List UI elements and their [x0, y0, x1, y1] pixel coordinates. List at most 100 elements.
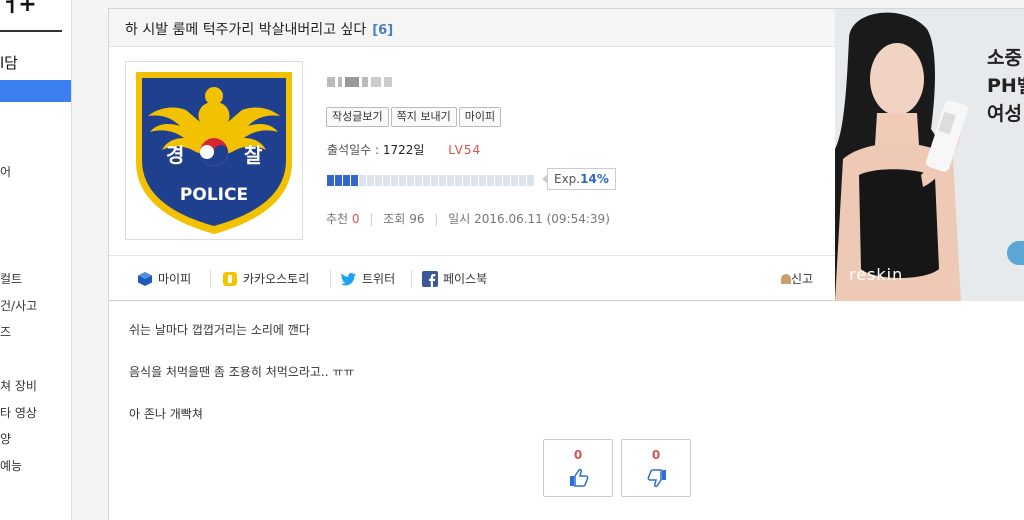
exp-segment [415, 175, 422, 186]
share-kakaostory[interactable]: 카카오스토리 [222, 270, 309, 287]
exp-progress-bar [327, 175, 535, 187]
exp-segment [471, 175, 478, 186]
body-line: 음식을 처먹을땐 좀 조용히 처먹으라고.. ㅠㅠ [129, 365, 355, 379]
view-posts-button[interactable]: 작성글보기 [326, 107, 389, 127]
ad-banner[interactable]: 소중 PH밸 여성 reskin [835, 9, 1024, 301]
user-avatar: 경 찰 POLICE [125, 61, 303, 240]
downvote-count: 0 [651, 448, 661, 462]
downvote-button[interactable]: 0 [621, 439, 691, 497]
post-panel: 하 시발 룸메 턱주가리 박살내버리고 싶다 [6] 경 찰 POLICE 작성… [108, 8, 1024, 520]
exp-segment [503, 175, 510, 186]
share-twitter[interactable]: 트위터 [341, 270, 395, 287]
exp-segment [511, 175, 518, 186]
exp-segment [367, 175, 374, 186]
upvote-count: 0 [573, 448, 583, 462]
sidebar-item[interactable]: 예능 [0, 457, 22, 474]
upvote-button[interactable]: 0 [543, 439, 613, 497]
exp-segment [327, 175, 334, 186]
sidebar-item[interactable]: 타 영상 [0, 404, 37, 421]
ad-brand: reskin [849, 265, 904, 284]
exp-segment [519, 175, 526, 186]
ad-text-line: 소중 [987, 47, 1022, 69]
exp-tag: Exp.14% [542, 168, 616, 190]
thumbs-up-icon [570, 468, 589, 487]
share-bar: 마이피 카카오스토리 트위터 페이스북 신고 [109, 255, 835, 301]
post-body: 쉬는 날마다 껍껍거리는 소리에 깬다 음식을 처먹을땐 좀 조용히 처먹으라고… [129, 321, 354, 447]
share-mypi[interactable]: 마이피 [137, 270, 191, 287]
mypi-button[interactable]: 마이피 [458, 107, 502, 127]
exp-label: Exp. [554, 172, 581, 186]
sidebar-item[interactable]: 컬트 [0, 270, 22, 287]
sidebar-item[interactable]: 쳐 장비 [0, 377, 37, 394]
profile-buttons: 작성글보기 쪽지 보내기 마이피 [326, 105, 503, 127]
exp-segment [487, 175, 494, 186]
post-stats: 추천 0 | 조회 96 | 일시 2016.06.11 (09:54:39) [326, 212, 610, 226]
thumbs-down-icon [647, 469, 666, 488]
send-message-button[interactable]: 쪽지 보내기 [390, 107, 457, 127]
share-kakaostory-label: 카카오스토리 [243, 272, 310, 286]
avatar-text-bottom: POLICE [180, 185, 248, 205]
exp-segment [463, 175, 470, 186]
report-icon [781, 274, 791, 284]
username-blurred[interactable] [327, 71, 417, 87]
date-value: 2016.06.11 (09:54:39) [474, 212, 610, 226]
share-mypi-label: 마이피 [158, 272, 192, 286]
exp-segment [343, 175, 350, 186]
body-line: 쉬는 날마다 껍껍거리는 소리에 깬다 [129, 323, 310, 337]
exp-segment [439, 175, 446, 186]
share-facebook[interactable]: 페이스북 [422, 270, 487, 287]
sidebar-item[interactable]: 양 [0, 430, 11, 447]
exp-segment [527, 175, 534, 186]
exp-segment [431, 175, 438, 186]
kakaostory-icon [223, 271, 237, 286]
post-header: 하 시발 룸메 턱주가리 박살내버리고 싶다 [6] [109, 9, 835, 47]
site-logo[interactable]: ㅓ+ [0, 0, 37, 18]
exp-segment [479, 175, 486, 186]
ad-text-line: 여성 [987, 103, 1022, 125]
report-label: 신고 [791, 272, 814, 286]
attendance-value: 1722일 [382, 143, 425, 157]
exp-segment [375, 175, 382, 186]
date-label: 일시 [448, 212, 471, 226]
exp-segment [423, 175, 430, 186]
exp-percent: 14% [580, 172, 609, 186]
exp-segment [351, 175, 358, 186]
facebook-icon [422, 270, 438, 287]
exp-segment [495, 175, 502, 186]
divider [210, 270, 211, 288]
mypi-icon [138, 271, 152, 286]
comment-count[interactable]: [6] [372, 23, 393, 38]
avatar-text-left: 경 [166, 143, 184, 167]
sidebar-divider [0, 30, 62, 32]
share-facebook-label: 페이스북 [443, 272, 488, 286]
exp-segment [383, 175, 390, 186]
page: ㅓ+ l담 어 컬트 건/사고 즈 쳐 장비 타 영상 양 예능 하 시발 룸메… [0, 0, 1024, 520]
ad-cta-tab[interactable] [1007, 241, 1024, 265]
police-emblem-icon: 경 찰 POLICE [136, 72, 292, 234]
views-value: 96 [409, 212, 425, 226]
share-twitter-label: 트위터 [362, 272, 396, 286]
exp-segment [407, 175, 414, 186]
divider [330, 270, 331, 288]
level-badge: LV54 [448, 143, 482, 157]
exp-segment [391, 175, 398, 186]
exp-segment [399, 175, 406, 186]
exp-segment [455, 175, 462, 186]
twitter-icon [341, 272, 356, 285]
exp-segment [447, 175, 454, 186]
sidebar-active-indicator [0, 80, 71, 102]
divider [411, 270, 412, 288]
post-title-text: 하 시발 룸메 턱주가리 박살내버리고 싶다 [125, 22, 367, 38]
attendance-info: 출석일수 : 1722일 LV54 [327, 141, 481, 158]
sidebar-item[interactable]: 어 [0, 163, 11, 180]
report-link[interactable]: 신고 [781, 270, 813, 287]
body-line: 아 존나 개빡쳐 [129, 407, 203, 421]
sidebar-item[interactable]: 건/사고 [0, 297, 37, 314]
exp-segment [335, 175, 342, 186]
left-sidebar: ㅓ+ l담 어 컬트 건/사고 즈 쳐 장비 타 영상 양 예능 [0, 0, 72, 520]
avatar-text-right: 찰 [244, 143, 263, 167]
recommend-label: 추천 [326, 212, 349, 226]
exp-segment [359, 175, 366, 186]
sidebar-item[interactable]: 즈 [0, 323, 11, 340]
sidebar-title[interactable]: l담 [0, 52, 18, 73]
